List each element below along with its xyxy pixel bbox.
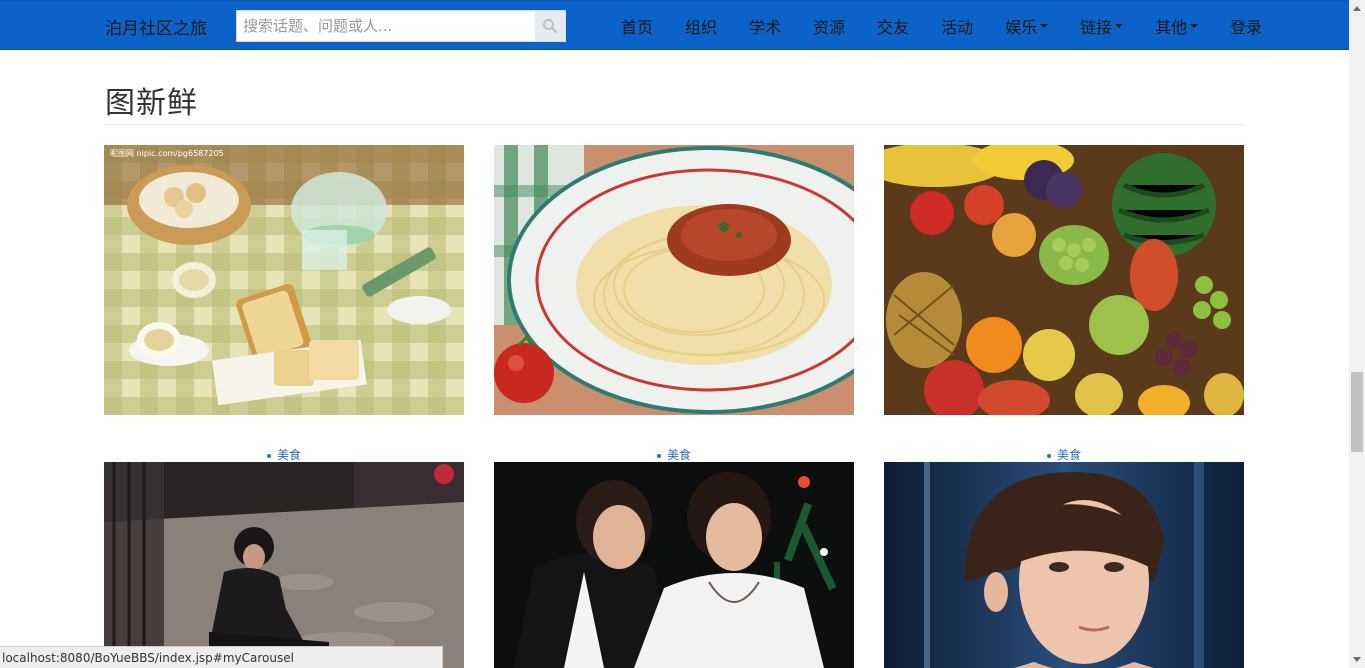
gallery-image-man-sitting[interactable]: [104, 462, 464, 668]
bullet-icon: [266, 453, 271, 458]
search-input[interactable]: [237, 11, 535, 41]
caret-down-icon: [1040, 24, 1049, 28]
scroll-down-arrow-icon[interactable]: [1353, 657, 1361, 662]
bullet-icon: [1046, 453, 1051, 458]
section-divider: [104, 124, 1244, 125]
nav-item-label: 首页: [621, 18, 654, 37]
gallery-image-fruits[interactable]: [884, 145, 1244, 415]
caret-down-icon: [1115, 24, 1124, 28]
nav-item-links-dropdown[interactable]: 链接: [1064, 1, 1139, 51]
search-icon: [543, 19, 558, 34]
nav-item-home[interactable]: 首页: [605, 1, 669, 51]
watermark-text: 昵图网 nipic.com/pg6587205: [110, 149, 224, 158]
nav-item-label: 组织: [685, 18, 718, 37]
nav-item-label: 活动: [941, 18, 974, 37]
nav-item-organization[interactable]: 组织: [669, 1, 733, 51]
browser-status-url: localhost:8080/BoYueBBS/index.jsp#myCaro…: [0, 646, 443, 668]
gallery-image-bread-tea[interactable]: 昵图网 nipic.com/pg6587205: [104, 145, 464, 415]
bullet-icon: [656, 453, 661, 458]
top-navbar: 泊月社区之旅 首页 组织 学术 资源 交友 活动 娱乐 链接 其他 登录: [0, 0, 1349, 50]
caption-link[interactable]: 美食: [884, 446, 1244, 463]
nav-item-academic[interactable]: 学术: [733, 1, 797, 51]
nav-item-resources[interactable]: 资源: [797, 1, 861, 51]
scroll-up-arrow-icon[interactable]: [1353, 6, 1361, 11]
caption-text: 美食: [276, 448, 301, 462]
search-box: [236, 10, 566, 42]
gallery-image-two-men[interactable]: [494, 462, 854, 668]
nav-item-label: 链接: [1080, 18, 1113, 37]
nav-item-label: 登录: [1230, 18, 1263, 37]
caret-down-icon: [1190, 24, 1199, 28]
nav-item-login[interactable]: 登录: [1214, 1, 1278, 51]
nav-item-label: 资源: [813, 18, 846, 37]
nav-item-label: 其他: [1155, 18, 1188, 37]
caption-text: 美食: [666, 448, 691, 462]
nav-item-activities[interactable]: 活动: [925, 1, 989, 51]
gallery-image-spaghetti[interactable]: [494, 145, 854, 415]
main-nav: 首页 组织 学术 资源 交友 活动 娱乐 链接 其他 登录: [605, 1, 1278, 51]
site-brand[interactable]: 泊月社区之旅: [105, 14, 207, 39]
vertical-scrollbar[interactable]: [1349, 0, 1365, 668]
scrollbar-thumb[interactable]: [1351, 372, 1363, 452]
nav-item-entertainment-dropdown[interactable]: 娱乐: [989, 1, 1064, 51]
nav-item-other-dropdown[interactable]: 其他: [1139, 1, 1214, 51]
caption-link[interactable]: 美食: [104, 446, 464, 463]
section-title: 图新鲜: [105, 86, 198, 121]
nav-item-label: 娱乐: [1005, 18, 1038, 37]
nav-item-friends[interactable]: 交友: [861, 1, 925, 51]
nav-item-label: 交友: [877, 18, 910, 37]
nav-item-label: 学术: [749, 18, 782, 37]
caption-text: 美食: [1056, 448, 1081, 462]
search-button[interactable]: [535, 11, 565, 41]
gallery-image-man-portrait[interactable]: [884, 462, 1244, 668]
caption-link[interactable]: 美食: [494, 446, 854, 463]
